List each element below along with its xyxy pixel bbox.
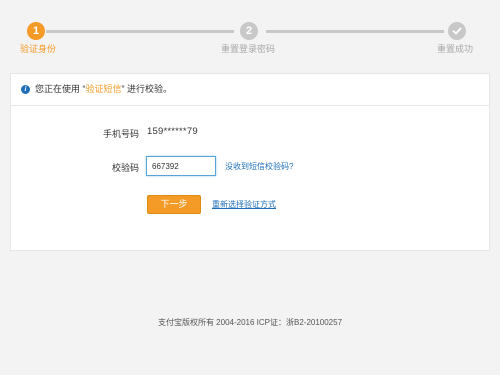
next-step-button[interactable]: 下一步 bbox=[147, 195, 201, 214]
code-label: 校验码 bbox=[111, 163, 139, 173]
footer-copyright: 支付宝版权所有 2004-2016 ICP证：浙B2-20100257 bbox=[157, 318, 343, 327]
info-icon: i bbox=[21, 85, 30, 94]
verification-code-input[interactable] bbox=[146, 156, 216, 176]
notice-text: 您正在使用 “验证短信” 进行校验。 bbox=[35, 74, 172, 105]
step-connector-1 bbox=[46, 30, 234, 33]
step-2-label: 重置登录密码 bbox=[221, 44, 276, 54]
notice-prefix: 您正在使用 “ bbox=[35, 84, 86, 94]
checkmark-icon bbox=[452, 27, 462, 35]
step-connector-2 bbox=[266, 30, 444, 33]
step-3-label: 重置成功 bbox=[437, 44, 474, 54]
phone-label: 手机号码 bbox=[102, 129, 139, 139]
step-2-indicator: 2 bbox=[240, 22, 258, 40]
choose-other-method-link[interactable]: 重新选择验证方式 bbox=[212, 199, 276, 210]
no-code-received-link[interactable]: 没收到短信校验码? bbox=[225, 161, 293, 172]
step-3-indicator bbox=[448, 22, 466, 40]
notice-method: 验证短信 bbox=[85, 84, 122, 94]
notice-suffix: ” 进行校验。 bbox=[121, 84, 173, 94]
step-1-indicator: 1 bbox=[27, 22, 45, 40]
verification-notice: i 您正在使用 “验证短信” 进行校验。 bbox=[11, 74, 489, 106]
progress-stepper: 1 2 验证身份 重置登录密码 重置成功 bbox=[0, 0, 500, 60]
phone-value: 159******79 bbox=[147, 126, 198, 137]
step-1-label: 验证身份 bbox=[20, 44, 57, 54]
verification-panel: i 您正在使用 “验证短信” 进行校验。 手机号码 159******79 校验… bbox=[10, 73, 490, 251]
